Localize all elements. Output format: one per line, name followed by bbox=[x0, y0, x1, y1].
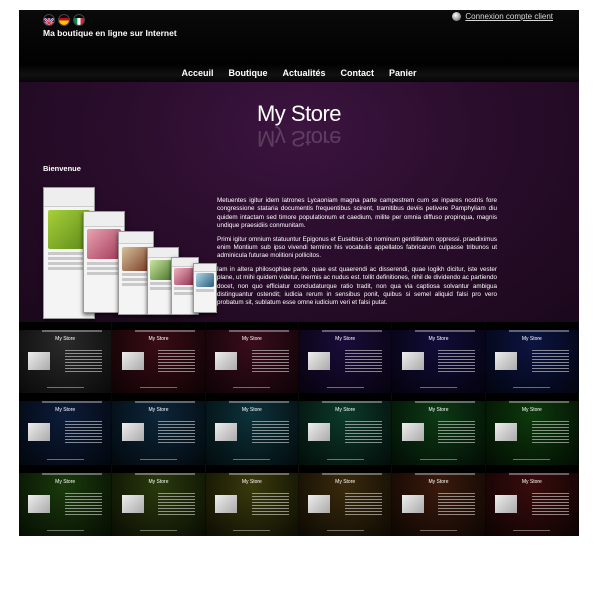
theme-variant-thumbnail: My Store bbox=[19, 393, 113, 465]
welcome-text: Metuentes igitur idem latrones Lycaoniam… bbox=[217, 197, 497, 313]
main-nav: Acceuil Boutique Actualités Contact Pani… bbox=[19, 64, 579, 82]
variant-logo: My Store bbox=[148, 336, 169, 342]
italian-flag-icon[interactable] bbox=[73, 14, 85, 26]
english-flag-icon[interactable] bbox=[43, 14, 55, 26]
nav-item-cart[interactable]: Panier bbox=[389, 64, 417, 82]
top-bar: Ma boutique en ligne sur Internet Connex… bbox=[19, 10, 579, 70]
theme-variant-thumbnail: My Store bbox=[205, 393, 299, 465]
theme-variant-thumbnail: My Store bbox=[299, 464, 393, 536]
variant-logo: My Store bbox=[148, 407, 169, 414]
theme-variant-thumbnail: My Store bbox=[299, 322, 393, 394]
variant-logo: My Store bbox=[521, 407, 542, 414]
variant-logo: My Store bbox=[335, 478, 356, 485]
welcome-heading: Bienvenue bbox=[43, 164, 81, 173]
preview-screen bbox=[193, 263, 217, 313]
theme-variant-thumbnail: My Store bbox=[485, 322, 579, 394]
theme-variant-thumbnail: My Store bbox=[392, 393, 486, 465]
user-icon bbox=[452, 12, 462, 21]
theme-variant-thumbnail: My Store bbox=[205, 322, 299, 394]
variant-logo: My Store bbox=[335, 407, 356, 414]
theme-variant-thumbnail: My Store bbox=[112, 464, 206, 536]
variant-logo: My Store bbox=[428, 336, 449, 342]
theme-variant-thumbnail: My Store bbox=[392, 464, 486, 536]
login-link[interactable]: Connexion compte client bbox=[465, 12, 553, 21]
template-preview-image bbox=[43, 187, 219, 327]
nav-item-contact[interactable]: Contact bbox=[341, 64, 375, 82]
color-variants-grid: My Store My Store My Store My Store My Store… bbox=[19, 322, 579, 536]
variant-logo: My Store bbox=[521, 478, 542, 485]
variant-logo: My Store bbox=[55, 478, 76, 485]
customer-login[interactable]: Connexion compte client bbox=[452, 12, 553, 21]
nav-item-home[interactable]: Acceuil bbox=[181, 64, 213, 82]
store-template-preview: Ma boutique en ligne sur Internet Connex… bbox=[19, 10, 579, 536]
language-selector bbox=[43, 14, 85, 26]
variant-logo: My Store bbox=[335, 336, 356, 342]
spanish-flag-icon[interactable] bbox=[58, 14, 70, 26]
paragraph: Primi igitur omnium statuuntur Epigonus … bbox=[217, 235, 497, 260]
variant-logo: My Store bbox=[241, 407, 262, 414]
theme-variant-thumbnail: My Store bbox=[299, 393, 393, 465]
nav-item-news[interactable]: Actualités bbox=[282, 64, 325, 82]
variant-logo: My Store bbox=[148, 478, 169, 485]
shop-title: Ma boutique en ligne sur Internet bbox=[43, 28, 177, 38]
theme-variant-thumbnail: My Store bbox=[19, 464, 113, 536]
theme-variant-thumbnail: My Store bbox=[205, 464, 299, 536]
variant-logo: My Store bbox=[55, 336, 76, 342]
variant-logo: My Store bbox=[241, 336, 262, 342]
logo-reflection: My Store bbox=[256, 126, 342, 151]
theme-variant-thumbnail: My Store bbox=[485, 464, 579, 536]
store-logo: My Store bbox=[256, 101, 342, 126]
paragraph: Iam in altera philosophiae parte. quae e… bbox=[217, 265, 497, 307]
nav-item-shop[interactable]: Boutique bbox=[228, 64, 267, 82]
theme-variant-thumbnail: My Store bbox=[19, 322, 113, 394]
main-content: My Store My Store Bienvenue Metuentes ig… bbox=[19, 82, 579, 322]
theme-variant-thumbnail: My Store bbox=[112, 393, 206, 465]
variant-logo: My Store bbox=[241, 478, 262, 485]
variant-logo: My Store bbox=[428, 478, 449, 485]
theme-variant-thumbnail: My Store bbox=[112, 322, 206, 394]
variant-logo: My Store bbox=[521, 336, 542, 342]
theme-variant-thumbnail: My Store bbox=[485, 393, 579, 465]
variant-logo: My Store bbox=[55, 407, 76, 414]
theme-variant-thumbnail: My Store bbox=[392, 322, 486, 394]
variant-logo: My Store bbox=[428, 407, 449, 414]
paragraph: Metuentes igitur idem latrones Lycaoniam… bbox=[217, 197, 497, 230]
